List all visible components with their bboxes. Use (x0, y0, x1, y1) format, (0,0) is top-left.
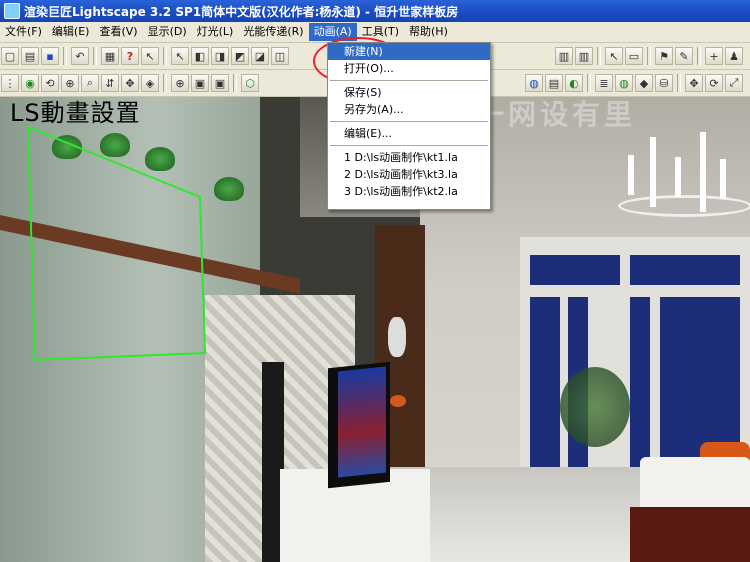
menu-recent-file-3[interactable]: 3 D:\ls动画制作\kt2.la (328, 183, 490, 200)
overlay-title: LS動畫設置 (10, 99, 141, 127)
animation-dropdown-menu: 新建(N) 打开(O)... 保存(S) 另存为(A)... 编辑(E)... … (327, 42, 491, 210)
print-icon[interactable]: ▦ (101, 47, 119, 65)
layers-stack-icon[interactable]: ▤ (545, 74, 563, 92)
menu-save-as[interactable]: 另存为(A)... (328, 101, 490, 118)
menu-separator (330, 80, 488, 81)
toolbar-separator (597, 47, 601, 65)
toolbar-separator (697, 47, 701, 65)
save-disk-icon[interactable]: ▪ (41, 47, 59, 65)
menu-recent-file-1[interactable]: 1 D:\ls动画制作\kt1.la (328, 149, 490, 166)
person-tool-icon[interactable]: ♟ (725, 47, 743, 65)
menu-edit[interactable]: 编辑(E) (47, 23, 95, 41)
add-point-icon[interactable]: + (705, 47, 723, 65)
menu-new[interactable]: 新建(N) (328, 43, 490, 60)
toolbar-separator (587, 74, 591, 92)
toolbar-separator (677, 74, 681, 92)
zoom-icon[interactable]: ⌕ (81, 74, 99, 92)
wireframe-icon[interactable]: ⬡ (241, 74, 259, 92)
cube-top-icon[interactable]: ◪ (251, 47, 269, 65)
menu-light[interactable]: 灯光(L) (192, 23, 239, 41)
menu-open[interactable]: 打开(O)... (328, 60, 490, 77)
menu-separator (330, 145, 488, 146)
rotate-icon[interactable]: ⟳ (705, 74, 723, 92)
toolbar-separator (163, 47, 167, 65)
paint-bucket-icon[interactable]: ⛁ (655, 74, 673, 92)
cube-view-icon[interactable]: ◧ (191, 47, 209, 65)
toolbar-separator (93, 47, 97, 65)
toolbar-separator (233, 74, 237, 92)
menu-file[interactable]: 文件(F) (0, 23, 47, 41)
paint-tool-icon[interactable]: ✎ (675, 47, 693, 65)
toolbar-separator (647, 47, 651, 65)
menu-save[interactable]: 保存(S) (328, 84, 490, 101)
flag-tool-icon[interactable]: ⚑ (655, 47, 673, 65)
pointer-tool-icon[interactable]: ↖ (605, 47, 623, 65)
help-question-icon[interactable]: ? (121, 47, 139, 65)
layer-2-icon[interactable]: ▥ (575, 47, 593, 65)
walk-icon[interactable]: ⇵ (101, 74, 119, 92)
menu-separator (330, 121, 488, 122)
box-view-icon[interactable]: ▣ (191, 74, 209, 92)
cube-iso-icon[interactable]: ◫ (271, 47, 289, 65)
menu-display[interactable]: 显示(D) (143, 23, 192, 41)
eye-view-icon[interactable]: ◉ (21, 74, 39, 92)
rect-tool-icon[interactable]: ▭ (625, 47, 643, 65)
selection-box (26, 125, 207, 362)
render-icon[interactable]: ◐ (565, 74, 583, 92)
toolbar-separator (63, 47, 67, 65)
menu-radiosity[interactable]: 光能传递(R) (238, 23, 308, 41)
pan-icon[interactable]: ✥ (121, 74, 139, 92)
context-help-icon[interactable]: ↖ (141, 47, 159, 65)
grip-icon: ⋮ (1, 74, 19, 92)
window-title: 渲染巨匠Lightscape 3.2 SP1简体中文版(汉化作者:杨永道) - … (24, 4, 459, 19)
menu-help[interactable]: 帮助(H) (404, 23, 453, 41)
orbit-icon[interactable]: ⟲ (41, 74, 59, 92)
undo-icon[interactable]: ↶ (71, 47, 89, 65)
menu-edit-animation[interactable]: 编辑(E)... (328, 125, 490, 142)
toolbar-separator (163, 74, 167, 92)
menu-recent-file-2[interactable]: 2 D:\ls动画制作\kt3.la (328, 166, 490, 183)
new-file-icon[interactable]: ▢ (1, 47, 19, 65)
box-view-2-icon[interactable]: ▣ (211, 74, 229, 92)
app-icon (4, 3, 20, 19)
scale-icon[interactable]: ⤢ (725, 74, 743, 92)
open-folder-icon[interactable]: ▤ (21, 47, 39, 65)
zoom-window-icon[interactable]: ⊕ (171, 74, 189, 92)
layer-icon[interactable]: ▥ (555, 47, 573, 65)
zoom-plus-icon[interactable]: ⊕ (61, 74, 79, 92)
lightscape-window: 渲染巨匠Lightscape 3.2 SP1简体中文版(汉化作者:杨永道) - … (0, 0, 750, 562)
cube-side-icon[interactable]: ◩ (231, 47, 249, 65)
globe-green-icon[interactable]: ◍ (615, 74, 633, 92)
material-icon[interactable]: ◆ (635, 74, 653, 92)
cube-front-icon[interactable]: ◨ (211, 47, 229, 65)
move-icon[interactable]: ✥ (685, 74, 703, 92)
menu-view[interactable]: 查看(V) (94, 23, 142, 41)
select-arrow-icon[interactable]: ↖ (171, 47, 189, 65)
camera-icon[interactable]: ◈ (141, 74, 159, 92)
title-bar[interactable]: 渲染巨匠Lightscape 3.2 SP1简体中文版(汉化作者:杨永道) - … (0, 0, 750, 22)
globe-icon[interactable]: ◍ (525, 74, 543, 92)
stack-icon[interactable]: ≣ (595, 74, 613, 92)
